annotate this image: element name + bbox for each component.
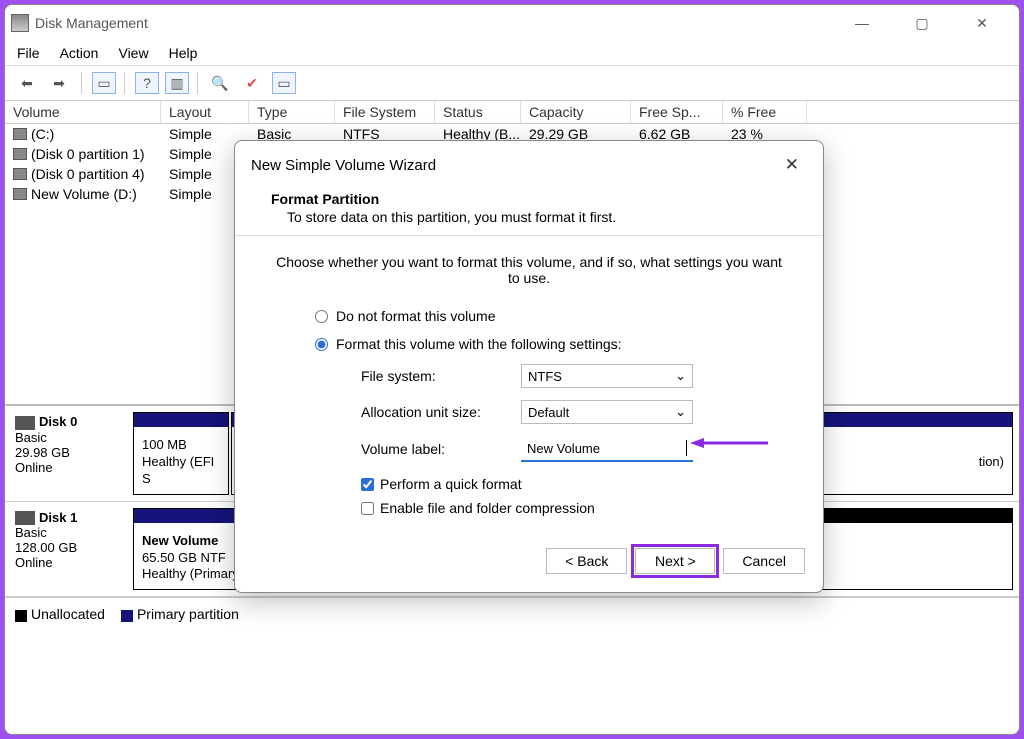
properties-icon[interactable]: ▭ (92, 72, 116, 94)
partition-bar (134, 413, 228, 427)
list-icon[interactable]: ▥ (165, 72, 189, 94)
col-pct[interactable]: % Free (723, 101, 807, 123)
title-bar: Disk Management — ▢ ✕ (5, 5, 1019, 41)
col-capacity[interactable]: Capacity (521, 101, 631, 123)
disk-info: Disk 1 Basic 128.00 GB Online (11, 508, 129, 591)
minimize-button[interactable]: — (843, 9, 881, 37)
radio-format[interactable] (315, 338, 328, 351)
label-noformat: Do not format this volume (336, 308, 496, 324)
checkbox-compression[interactable] (361, 502, 374, 515)
col-type[interactable]: Type (249, 101, 335, 123)
volume-icon (13, 168, 27, 180)
menu-action[interactable]: Action (60, 45, 99, 61)
check-icon[interactable]: ✔ (238, 70, 266, 96)
menu-view[interactable]: View (118, 45, 148, 61)
maximize-button[interactable]: ▢ (903, 9, 941, 37)
volume-list-header: Volume Layout Type File System Status Ca… (5, 101, 1019, 124)
legend: Unallocated Primary partition (5, 597, 1019, 630)
col-status[interactable]: Status (435, 101, 521, 123)
separator (81, 72, 82, 94)
partition-efi[interactable]: 100 MBHealthy (EFI S (133, 412, 229, 495)
chevron-down-icon: ⌄ (675, 404, 686, 420)
col-free[interactable]: Free Sp... (631, 101, 723, 123)
swatch-unallocated (15, 610, 27, 622)
back-button[interactable]: < Back (546, 548, 627, 574)
next-button[interactable]: Next > (635, 548, 715, 574)
label-format: Format this volume with the following se… (336, 336, 622, 352)
view-icon[interactable]: ▭ (272, 72, 296, 94)
col-volume[interactable]: Volume (5, 101, 161, 123)
select-allocation[interactable]: Default⌄ (521, 400, 693, 424)
volume-icon (13, 188, 27, 200)
chevron-down-icon: ⌄ (675, 368, 686, 384)
window-controls: — ▢ ✕ (843, 9, 1013, 37)
label-filesystem: File system: (361, 368, 521, 384)
dialog-close-button[interactable]: ✕ (777, 151, 807, 179)
select-filesystem[interactable]: NTFS⌄ (521, 364, 693, 388)
dialog-subheading: To store data on this partition, you mus… (287, 209, 787, 225)
volume-icon (13, 148, 27, 160)
forward-button[interactable]: ➡ (45, 70, 73, 96)
toolbar: ⬅ ➡ ▭ ? ▥ 🔍 ✔ ▭ (5, 66, 1019, 101)
diskmgmt-icon (11, 14, 29, 32)
menu-help[interactable]: Help (169, 45, 198, 61)
dialog-title: New Simple Volume Wizard (251, 157, 436, 174)
close-button[interactable]: ✕ (963, 9, 1001, 37)
swatch-primary (121, 610, 133, 622)
disk-icon (15, 416, 35, 430)
col-fs[interactable]: File System (335, 101, 435, 123)
checkbox-quick-format[interactable] (361, 478, 374, 491)
label-quick-format: Perform a quick format (380, 476, 522, 492)
col-layout[interactable]: Layout (161, 101, 249, 123)
help-icon[interactable]: ? (135, 72, 159, 94)
dialog-heading: Format Partition (271, 191, 379, 207)
input-volume-label[interactable]: New Volume (521, 436, 693, 462)
radio-noformat[interactable] (315, 310, 328, 323)
back-button[interactable]: ⬅ (13, 70, 41, 96)
label-allocation: Allocation unit size: (361, 404, 521, 420)
menu-file[interactable]: File (17, 45, 40, 61)
disk-icon (15, 511, 35, 525)
cancel-button[interactable]: Cancel (723, 548, 805, 574)
separator (197, 72, 198, 94)
dialog-prompt: Choose whether you want to format this v… (275, 254, 783, 286)
window-title: Disk Management (35, 15, 148, 31)
menu-bar: File Action View Help (5, 41, 1019, 66)
label-volume-label: Volume label: (361, 441, 521, 457)
volume-icon (13, 128, 27, 140)
separator (124, 72, 125, 94)
disk-info: Disk 0 Basic 29.98 GB Online (11, 412, 129, 495)
refresh-icon[interactable]: 🔍 (206, 70, 234, 96)
wizard-dialog: New Simple Volume Wizard ✕ Format Partit… (234, 140, 824, 593)
label-compression: Enable file and folder compression (380, 500, 595, 516)
